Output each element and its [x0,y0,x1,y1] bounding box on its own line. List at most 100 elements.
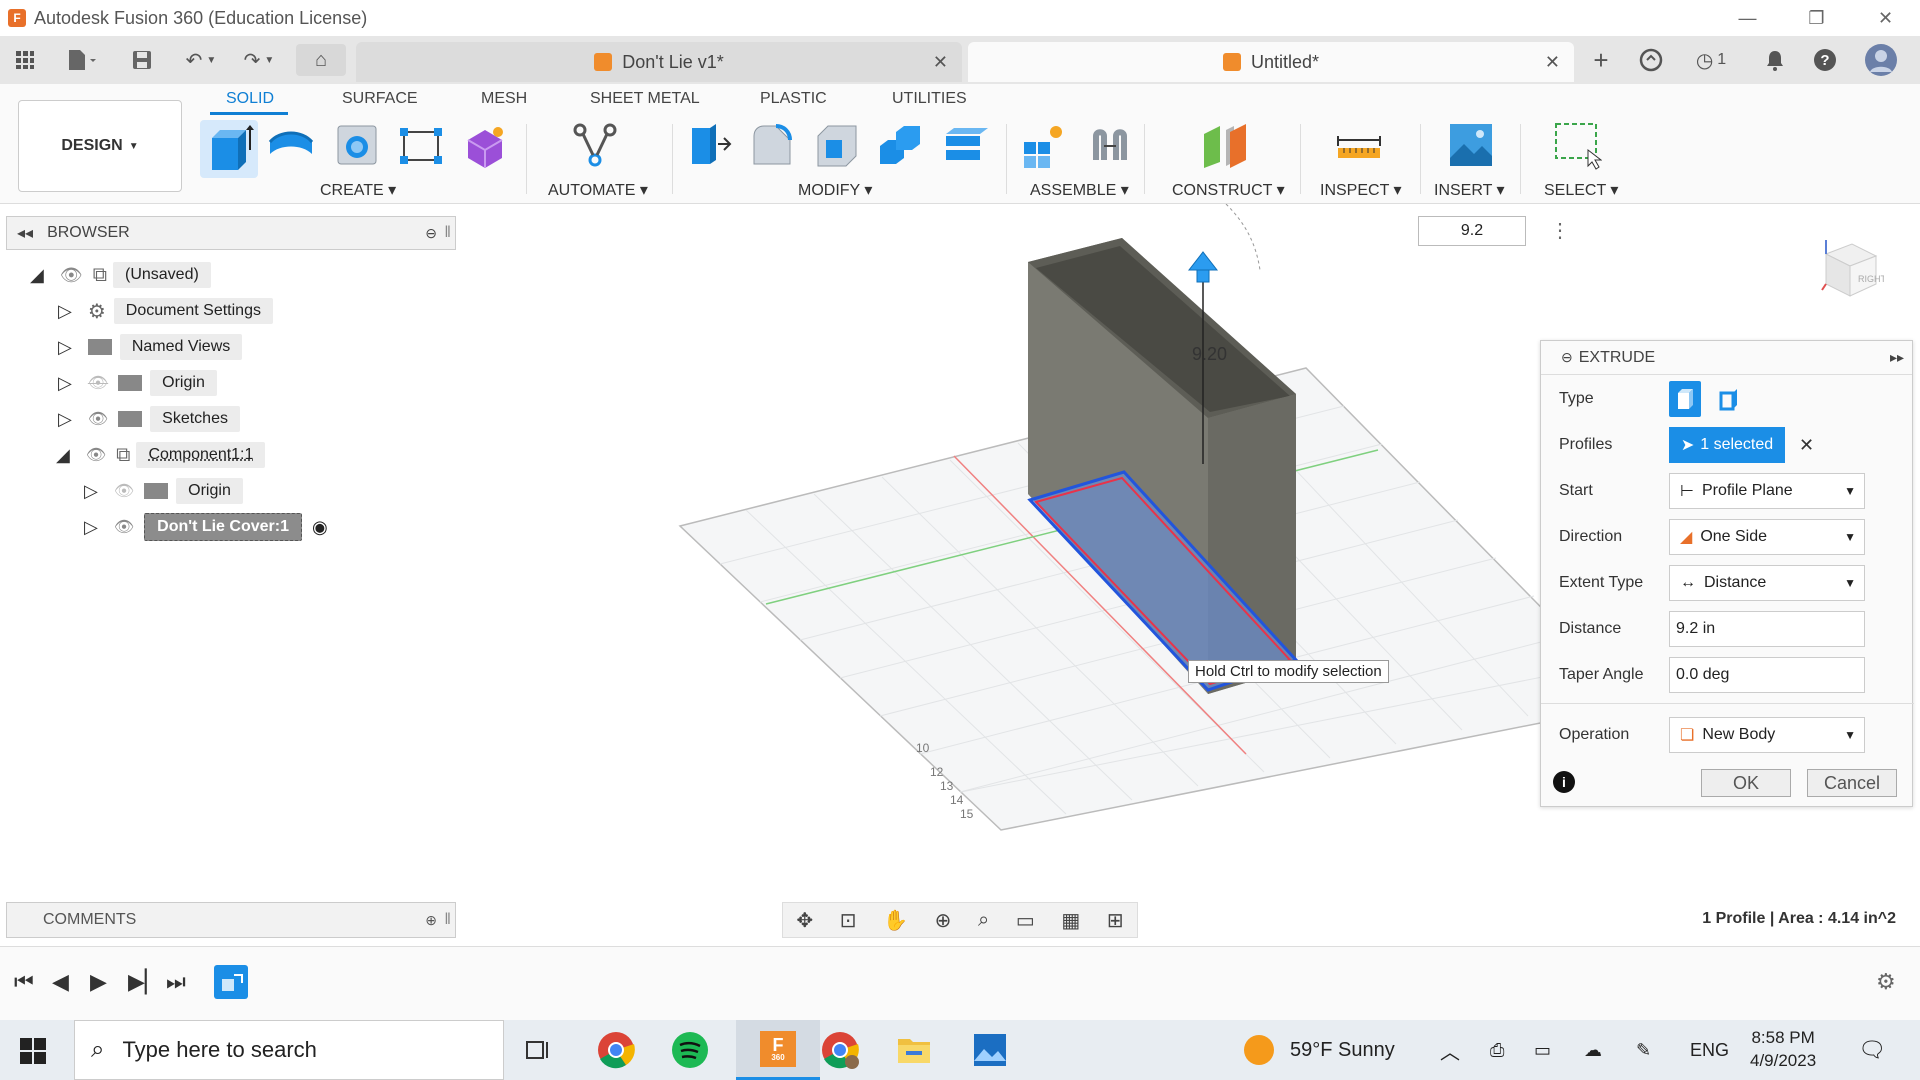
tab-dont-lie[interactable]: Don't Lie v1* ✕ [356,42,962,82]
extensions-icon[interactable] [1636,44,1666,76]
undo-icon[interactable]: ↶ ▼ [178,44,224,76]
app-grid-icon[interactable] [10,44,40,76]
expanded-triangle-icon[interactable]: ◢ [30,265,44,286]
timeline-settings-gear-icon[interactable]: ⚙ [1876,969,1896,995]
collapsed-triangle-icon[interactable]: ▷ [84,481,98,502]
eye-icon[interactable]: 👁 [88,409,108,429]
browser-panel-header[interactable]: ◂◂ BROWSER ⊖ ‖ [6,216,456,250]
file-explorer-icon[interactable] [892,1028,936,1072]
pen-icon[interactable]: ✎ [1636,1020,1651,1080]
fit-icon[interactable]: ⌕ [978,909,989,932]
clear-selection-icon[interactable]: ✕ [1799,435,1814,456]
eye-hidden-icon[interactable]: 👁 [114,481,134,501]
meet-now-icon[interactable]: ⎙ [1490,1020,1504,1080]
tree-item-document-settings[interactable]: ▷ ⚙ Document Settings [58,296,273,326]
press-pull-icon[interactable] [684,120,734,170]
job-status[interactable]: ◷ 1 [1686,44,1736,76]
home-icon[interactable]: ⌂ [296,44,346,76]
combine-icon[interactable] [876,120,926,170]
eye-icon[interactable]: 👁 [86,445,106,465]
assemble-menu[interactable]: ASSEMBLE ▾ [1030,180,1129,200]
insert-menu[interactable]: INSERT ▾ [1434,180,1505,200]
tree-item-component1[interactable]: ◢ 👁 ⧉ Component1:1 [56,440,266,470]
ok-button[interactable]: OK [1701,769,1791,797]
new-component-icon[interactable] [200,120,258,178]
user-avatar[interactable] [1862,44,1900,76]
language-indicator[interactable]: ENG [1690,1020,1729,1080]
timeline-feature-icon[interactable] [214,965,248,999]
modify-menu[interactable]: MODIFY ▾ [798,180,872,200]
hole-icon[interactable] [332,120,382,170]
expand-panel-icon[interactable]: ▸▸ [1890,349,1904,366]
window-select-icon[interactable] [1552,120,1603,170]
viewports-icon[interactable]: ⊞ [1107,908,1124,933]
pan-hand-icon[interactable]: ✋ [883,908,908,933]
grid-settings-icon[interactable]: ▦ [1061,908,1080,933]
offset-plane-icon[interactable] [1200,120,1250,170]
clock[interactable]: 8:58 PM 4/9/2023 [1750,1020,1816,1080]
construct-menu[interactable]: CONSTRUCT ▾ [1172,180,1285,200]
redo-icon[interactable]: ↷ ▼ [236,44,282,76]
thin-extrude-type-icon[interactable] [1713,381,1745,417]
shell-icon[interactable] [812,120,862,170]
orbit-icon[interactable]: ✥ [796,908,813,933]
close-tab-icon[interactable]: ✕ [1545,52,1560,73]
collapsed-triangle-icon[interactable]: ▷ [58,409,72,430]
weather-widget[interactable]: 59°F Sunny [1244,1020,1395,1080]
tree-item-named-views[interactable]: ▷ Named Views [58,332,243,362]
activate-radio-icon[interactable]: ◉ [312,517,328,538]
eye-icon[interactable]: 👁 [60,265,83,286]
distance-manipulator-arrow-icon[interactable] [1187,251,1219,283]
cancel-button[interactable]: Cancel [1807,769,1897,797]
save-icon[interactable] [128,44,156,76]
new-component-assemble-icon[interactable] [1020,120,1070,170]
tab-plastic[interactable]: PLASTIC [760,90,827,108]
collapsed-triangle-icon[interactable]: ▷ [84,517,98,538]
view-cube-icon[interactable]: RIGHT [1814,234,1887,304]
create-menu[interactable]: CREATE ▾ [320,180,396,200]
task-view-icon[interactable] [516,1028,560,1072]
direction-dropdown[interactable]: ◢ One Side ▼ [1669,519,1865,555]
form-icon[interactable] [460,120,510,170]
tree-item-root[interactable]: ◢ 👁 ⧉ (Unsaved) [30,260,211,290]
pattern-icon[interactable] [396,120,446,170]
split-body-icon[interactable] [942,120,992,170]
eye-icon[interactable]: 👁 [114,517,134,537]
minus-circle-icon[interactable]: ⊖ [425,225,437,242]
collapsed-triangle-icon[interactable]: ▷ [58,337,72,358]
tab-solid[interactable]: SOLID [226,90,274,108]
tab-utilities[interactable]: UTILITIES [892,90,967,108]
fillet-icon[interactable] [748,120,798,170]
tab-untitled[interactable]: Untitled* ✕ [968,42,1574,82]
go-to-start-icon[interactable]: ⏮ [14,969,34,995]
notifications-bell-icon[interactable] [1760,44,1790,76]
photos-icon[interactable] [968,1028,1012,1072]
go-to-end-icon[interactable]: ⏭ [166,969,186,995]
minus-circle-icon[interactable]: ⊖ [1561,349,1573,366]
zoom-icon[interactable]: ⊕ [935,908,952,933]
tree-item-origin[interactable]: ▷ 👁 Origin [58,368,217,398]
info-icon[interactable]: i [1553,771,1575,793]
insert-image-icon[interactable] [1446,120,1496,170]
notification-center-icon[interactable]: 🗨 [1858,1020,1886,1080]
comments-panel-header[interactable]: COMMENTS ⊕ ‖ [6,902,456,938]
new-tab-icon[interactable]: + [1584,44,1618,76]
battery-icon[interactable]: ▭ [1534,1020,1551,1080]
solid-extrude-type-icon[interactable] [1669,381,1701,417]
select-menu[interactable]: SELECT ▾ [1544,180,1618,200]
tree-item-dont-lie-cover[interactable]: ▷ 👁 Don't Lie Cover:1 ◉ [84,512,328,542]
tab-mesh[interactable]: MESH [481,90,527,108]
help-icon[interactable]: ? [1810,44,1840,76]
tree-item-sketches[interactable]: ▷ 👁 Sketches [58,404,240,434]
operation-dropdown[interactable]: ❏ New Body ▼ [1669,717,1865,753]
display-settings-icon[interactable]: ▭ [1016,908,1035,933]
eye-hidden-icon[interactable]: 👁 [88,373,108,393]
automate-icon[interactable] [570,120,620,170]
step-back-icon[interactable]: ◀ [52,969,69,995]
chrome-profile-icon[interactable] [818,1028,862,1072]
taper-angle-field[interactable] [1669,657,1865,693]
spotify-icon[interactable] [668,1028,712,1072]
workspace-switcher[interactable]: DESIGN ▼ [18,100,182,192]
add-comment-icon[interactable]: ⊕ [425,912,437,929]
minimize-icon[interactable]: — [1713,0,1782,36]
